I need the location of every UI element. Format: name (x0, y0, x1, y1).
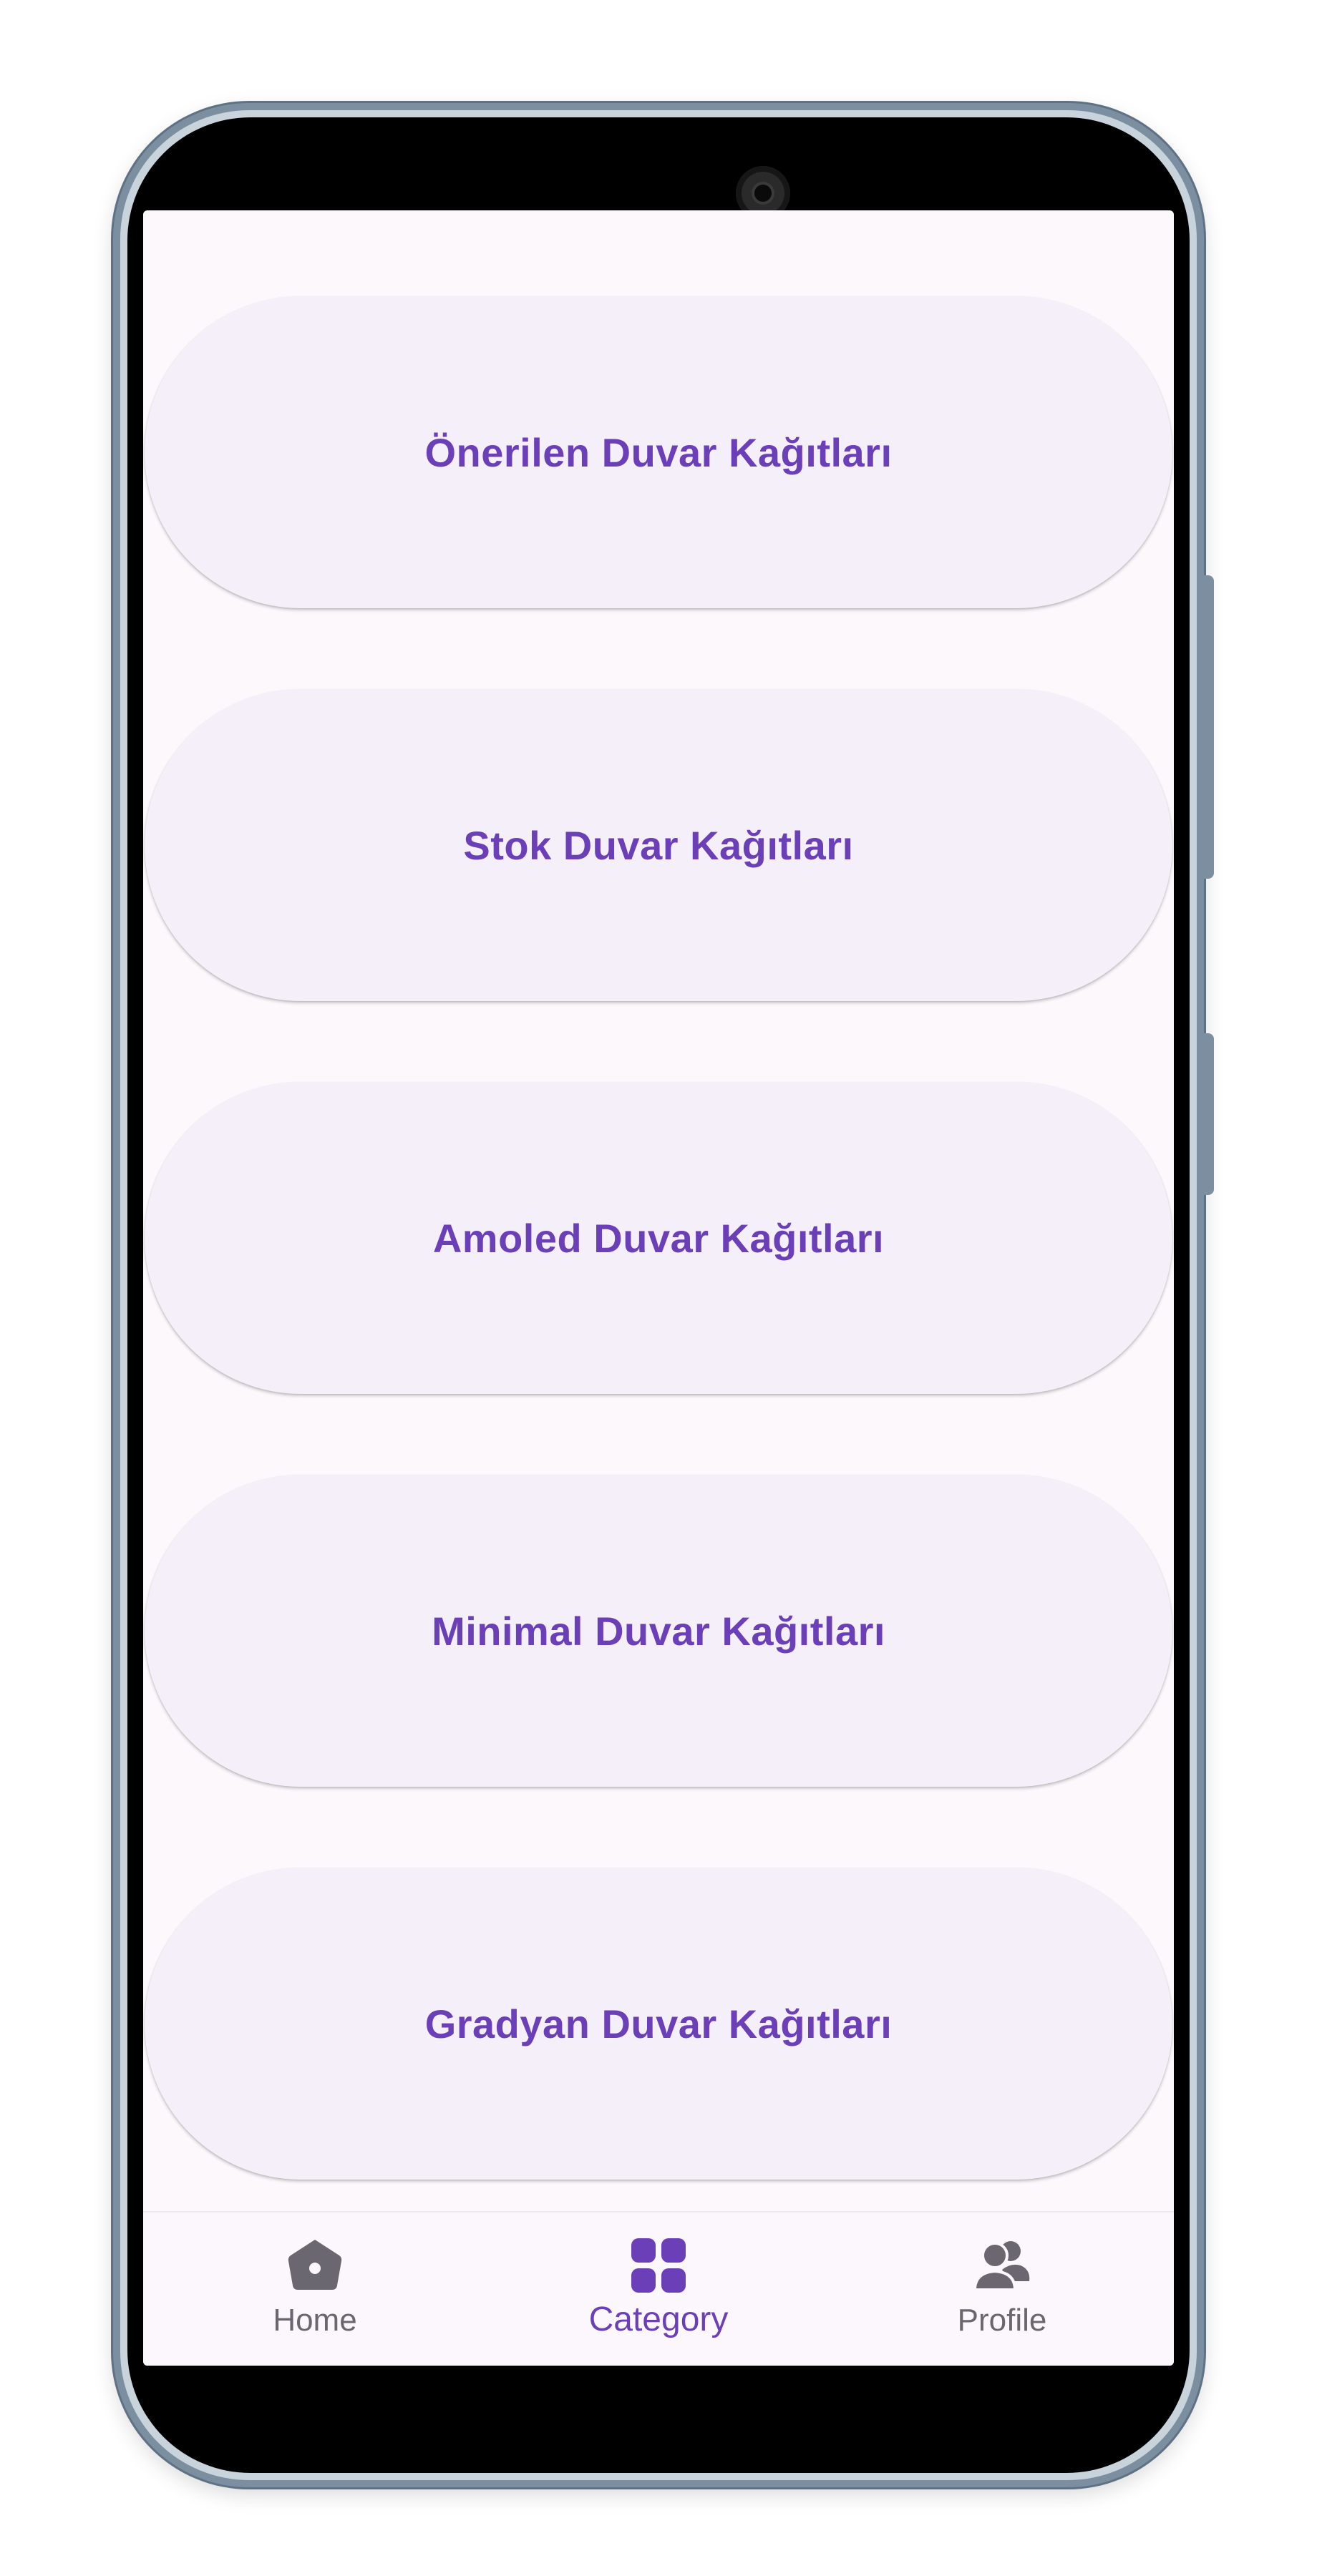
category-label: Önerilen Duvar Kağıtları (424, 429, 893, 475)
power-button (1204, 575, 1214, 879)
bottom-navigation: Home Category Profile (143, 2211, 1174, 2366)
nav-item-category[interactable]: Category (487, 2212, 830, 2366)
category-label: Gradyan Duvar Kağıtları (424, 2001, 893, 2046)
category-card-minimal[interactable]: Minimal Duvar Kağıtları (145, 1475, 1172, 1787)
people-icon (973, 2237, 1031, 2294)
grid-icon (630, 2237, 687, 2294)
category-label: Amoled Duvar Kağıtları (432, 1215, 885, 1261)
nav-label-profile: Profile (957, 2303, 1047, 2338)
nav-item-home[interactable]: Home (143, 2212, 487, 2366)
category-card-gradient[interactable]: Gradyan Duvar Kağıtları (145, 1868, 1172, 2180)
category-card-recommended[interactable]: Önerilen Duvar Kağıtları (145, 296, 1172, 608)
nav-item-profile[interactable]: Profile (830, 2212, 1174, 2366)
home-icon (286, 2237, 344, 2294)
nav-label-category: Category (588, 2301, 729, 2338)
volume-button (1204, 1033, 1214, 1195)
category-label: Stok Duvar Kağıtları (463, 822, 854, 868)
nav-label-home: Home (273, 2303, 357, 2338)
category-card-stock[interactable]: Stok Duvar Kağıtları (145, 689, 1172, 1001)
category-label: Minimal Duvar Kağıtları (432, 1608, 885, 1654)
app-screen: Önerilen Duvar Kağıtları Stok Duvar Kağı… (143, 210, 1174, 2366)
category-card-amoled[interactable]: Amoled Duvar Kağıtları (145, 1082, 1172, 1394)
